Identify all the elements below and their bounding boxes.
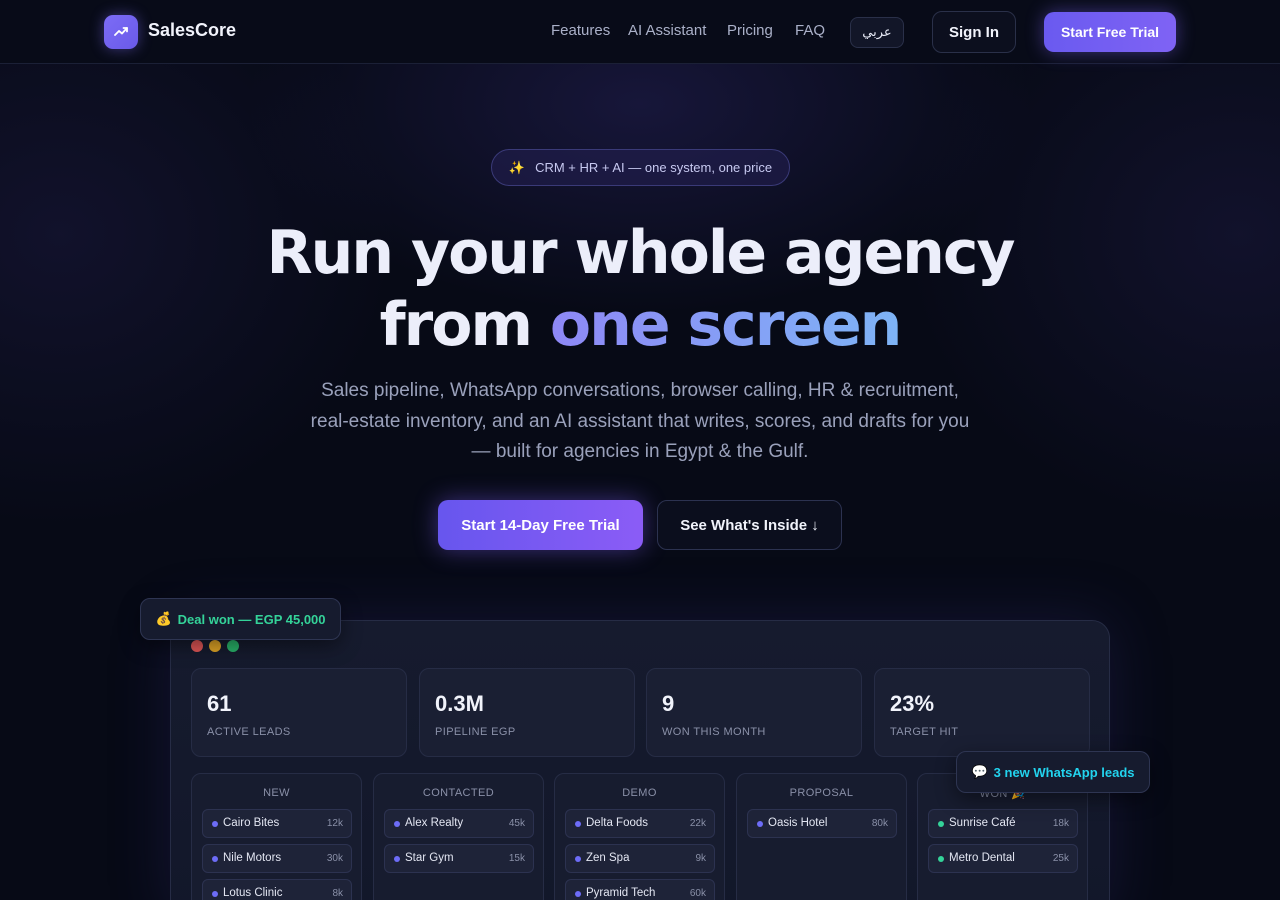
column-title: DEMO	[622, 787, 657, 799]
lead-amount: 18k	[1052, 818, 1069, 829]
see-whats-inside-button[interactable]: See What's Inside ↓	[657, 500, 842, 550]
nav-link-pricing[interactable]: Pricing	[727, 22, 773, 39]
lead-name: Nile Motors	[223, 852, 282, 864]
stat-value: 23%	[890, 691, 935, 716]
lead-amount: 12k	[326, 818, 343, 829]
lead-amount: 22k	[689, 818, 706, 829]
stat-label: PIPELINE EGP	[435, 726, 516, 738]
whatsapp-leads-text: 3 new WhatsApp leads	[993, 764, 1135, 780]
status-dot	[938, 821, 944, 827]
hero-subtitle: Sales pipeline, WhatsApp conversations, …	[310, 380, 970, 462]
lead-amount: 30k	[326, 853, 343, 864]
hero-headline-plain: from	[379, 290, 533, 360]
whatsapp-leads-notification: 💬 3 new WhatsApp leads	[956, 751, 1150, 793]
pipeline-column-demo: DEMO Delta Foods 22k Zen Spa 9k Pyramid …	[554, 773, 725, 900]
stat-value: 0.3M	[435, 691, 484, 716]
status-dot	[212, 856, 218, 862]
hero-badge: ✨ CRM + HR + AI — one system, one price	[491, 149, 790, 186]
hero-badge-text: CRM + HR + AI — one system, one price	[535, 160, 773, 175]
lead-amount: 25k	[1052, 853, 1069, 864]
window-dot-yellow	[209, 640, 221, 652]
pipeline-column-contacted: CONTACTED Alex Realty 45k Star Gym 15k	[373, 773, 544, 900]
lead-card[interactable]: Delta Foods 22k	[565, 809, 715, 838]
sign-in-button[interactable]: Sign In	[932, 11, 1016, 53]
language-toggle-button[interactable]: عربي	[850, 17, 904, 48]
stat-label: ACTIVE LEADS	[207, 726, 291, 738]
logo-text[interactable]: SalesCore	[148, 20, 236, 41]
column-title: PROPOSAL	[789, 787, 854, 799]
hero-headline-accent: one screen	[549, 290, 902, 360]
stat-value: 61	[207, 691, 232, 716]
sparkles-icon: ✨	[508, 159, 526, 175]
status-dot	[394, 856, 400, 862]
lead-card[interactable]: Zen Spa 9k	[565, 844, 715, 873]
money-bag-icon: 💰	[155, 611, 172, 626]
lead-amount: 80k	[871, 818, 888, 829]
hero-headline-line1: Run your whole agency	[266, 218, 1015, 288]
lead-card[interactable]: Oasis Hotel 80k	[747, 809, 897, 838]
status-dot	[212, 891, 218, 897]
lead-name: Alex Realty	[405, 817, 464, 829]
status-dot	[575, 891, 581, 897]
status-dot	[394, 821, 400, 827]
status-dot	[212, 821, 218, 827]
lead-card[interactable]: Pyramid Tech 60k	[565, 879, 715, 900]
speech-bubble-icon: 💬	[971, 764, 988, 779]
status-dot	[938, 856, 944, 862]
status-dot	[575, 856, 581, 862]
pipeline-column-new: NEW Cairo Bites 12k Nile Motors 30k Lotu…	[191, 773, 362, 900]
lead-card[interactable]: Star Gym 15k	[384, 844, 534, 873]
trending-up-icon	[114, 27, 128, 36]
lead-name: Pyramid Tech	[586, 887, 656, 899]
lead-name: Star Gym	[405, 852, 454, 864]
lead-amount: 15k	[508, 853, 525, 864]
deal-won-text: Deal won — EGP 45,000	[177, 611, 326, 627]
nav-link-faq[interactable]: FAQ	[795, 22, 825, 39]
lead-name: Cairo Bites	[223, 817, 280, 829]
stat-label: TARGET HIT	[890, 726, 959, 738]
lead-amount: 60k	[689, 888, 706, 899]
stat-label: WON THIS MONTH	[662, 726, 766, 738]
nav-link-features[interactable]: Features	[551, 22, 610, 39]
lead-name: Oasis Hotel	[768, 817, 828, 829]
status-dot	[575, 821, 581, 827]
column-title: CONTACTED	[422, 787, 495, 799]
window-dot-red	[191, 640, 203, 652]
lead-name: Metro Dental	[949, 852, 1015, 864]
stat-card-won-this-month: 9 WON THIS MONTH	[646, 668, 862, 757]
lead-amount: 45k	[508, 818, 525, 829]
stat-card-active-leads: 61 ACTIVE LEADS	[191, 668, 407, 757]
lead-card[interactable]: Cairo Bites 12k	[202, 809, 352, 838]
lead-amount: 8k	[332, 888, 343, 899]
lead-card[interactable]: Alex Realty 45k	[384, 809, 534, 838]
lead-name: Zen Spa	[586, 852, 630, 864]
lead-card[interactable]: Sunrise Café 18k	[928, 809, 1078, 838]
lead-card[interactable]: Lotus Clinic 8k	[202, 879, 352, 900]
hero-headline-line2: from one screen	[0, 289, 1280, 361]
deal-won-notification: 💰 Deal won — EGP 45,000	[140, 598, 341, 640]
start-free-trial-button[interactable]: Start Free Trial	[1044, 12, 1176, 52]
stat-card-target-hit: 23% TARGET HIT	[874, 668, 1090, 757]
top-navbar: SalesCore Features AI Assistant Pricing …	[0, 0, 1280, 64]
column-title: NEW	[263, 787, 290, 799]
stat-value: 9	[662, 691, 675, 716]
start-trial-cta-button[interactable]: Start 14-Day Free Trial	[438, 500, 643, 550]
lead-card[interactable]: Metro Dental 25k	[928, 844, 1078, 873]
lead-name: Lotus Clinic	[223, 887, 283, 899]
lead-amount: 9k	[695, 853, 706, 864]
lead-name: Delta Foods	[586, 817, 649, 829]
stat-card-pipeline: 0.3M PIPELINE EGP	[419, 668, 635, 757]
logo-mark[interactable]	[104, 15, 138, 49]
status-dot	[757, 821, 763, 827]
pipeline-column-proposal: PROPOSAL Oasis Hotel 80k	[736, 773, 907, 900]
nav-link-ai-assistant[interactable]: AI Assistant	[628, 22, 706, 39]
lead-name: Sunrise Café	[949, 817, 1016, 829]
window-dot-green	[227, 640, 239, 652]
lead-card[interactable]: Nile Motors 30k	[202, 844, 352, 873]
